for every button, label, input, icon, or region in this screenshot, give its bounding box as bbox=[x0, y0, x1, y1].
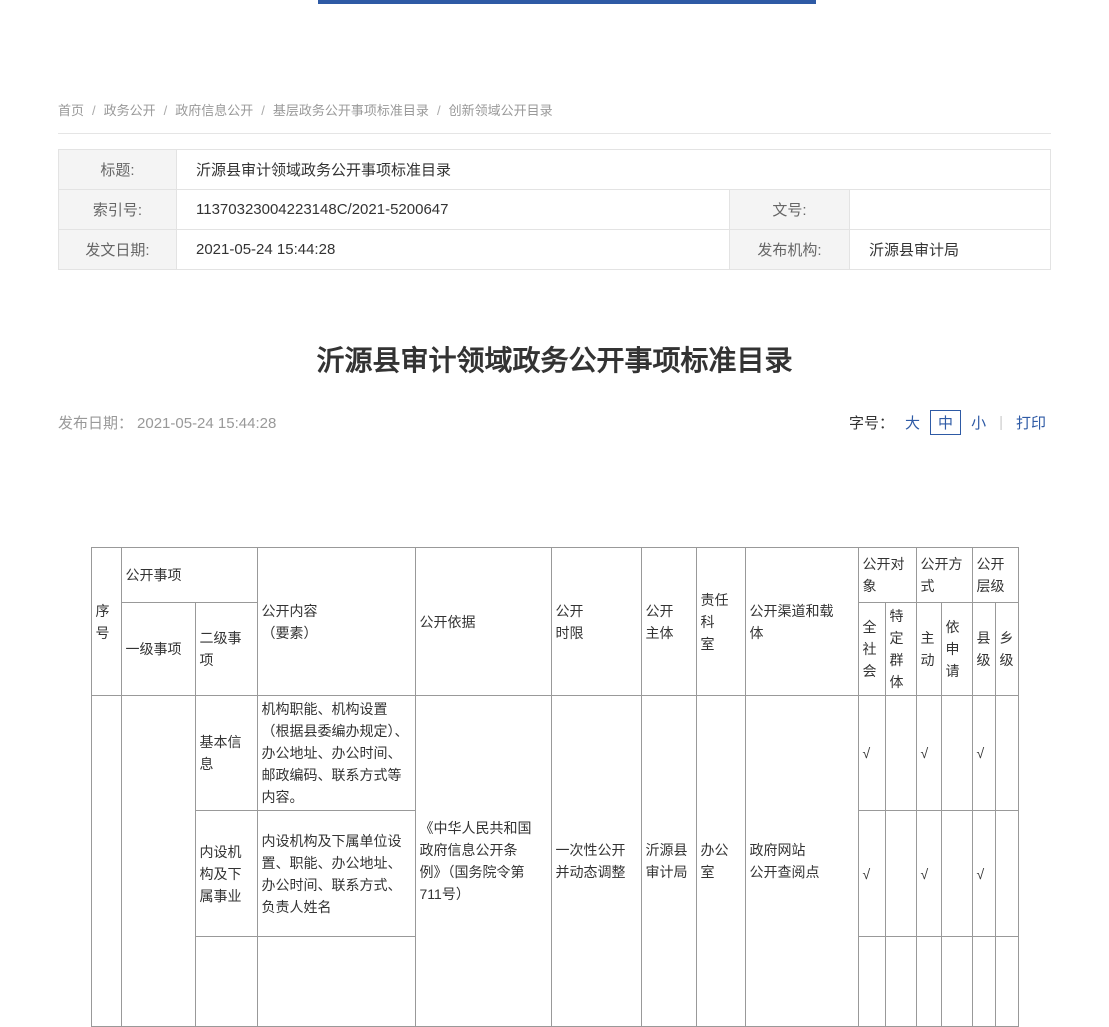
cell-check-teding-row0 bbox=[885, 696, 916, 811]
cell-check-yishenqing-row2 bbox=[941, 937, 972, 1027]
font-size-controls: 字号： 大 中 小 | 打印 bbox=[849, 410, 1051, 435]
header-yishenqing: 依申 请 bbox=[941, 603, 972, 696]
cell-yiji bbox=[121, 696, 195, 1027]
catalog-table: 序 号 公开事项 公开内容 （要素） 公开依据 公开 时限 公开 主体 责任科 … bbox=[91, 547, 1019, 1027]
breadcrumb-link-chuangxin-lingyu[interactable]: 创新领域公开目录 bbox=[449, 103, 553, 118]
meta-pubdate-label: 发文日期: bbox=[59, 230, 177, 270]
separator: | bbox=[999, 414, 1003, 431]
cell-check-xianji-row2 bbox=[972, 937, 995, 1027]
cell-yiju: 《中华人民共和国 政府信息公开条 例》（国务院令第 711号） bbox=[415, 696, 551, 1027]
header-neirong: 公开内容 （要素） bbox=[257, 548, 415, 696]
cell-check-xiangji-row1 bbox=[995, 811, 1018, 937]
header-gongkai-shixiang: 公开事项 bbox=[121, 548, 257, 603]
font-size-small-button[interactable]: 小 bbox=[971, 412, 986, 433]
cell-check-teding-row2 bbox=[885, 937, 916, 1027]
cell-check-xianji-row1: √ bbox=[972, 811, 995, 937]
font-size-large-button[interactable]: 大 bbox=[905, 412, 920, 433]
meta-docno-label: 文号: bbox=[730, 190, 850, 230]
cell-keshi: 办公室 bbox=[696, 696, 745, 1027]
cell-shixian: 一次性公开 并动态调整 bbox=[551, 696, 641, 1027]
breadcrumb-separator: / bbox=[261, 103, 265, 118]
publish-row: 发布日期：2021-05-24 15:44:28 字号： 大 中 小 | 打印 bbox=[58, 410, 1051, 435]
cell-neirong-row0: 机构职能、机构设置（根据县委编办规定）、办公地址、办公时间、邮政编码、联系方式等… bbox=[257, 696, 415, 811]
breadcrumb-link-biaozhun-mulu[interactable]: 基层政务公开事项标准目录 bbox=[273, 103, 429, 118]
print-button[interactable]: 打印 bbox=[1016, 412, 1046, 433]
cell-check-xiangji-row0 bbox=[995, 696, 1018, 811]
cell-check-teding-row1 bbox=[885, 811, 916, 937]
header-zhuti: 公开 主体 bbox=[641, 548, 696, 696]
meta-index-value: 11370323004223148C/2021-5200647 bbox=[177, 190, 730, 230]
publish-date: 发布日期：2021-05-24 15:44:28 bbox=[58, 412, 276, 433]
font-size-medium-button[interactable]: 中 bbox=[930, 410, 961, 435]
top-nav-bar-edge bbox=[318, 0, 816, 4]
header-duixiang: 公开对 象 bbox=[858, 548, 916, 603]
page-container: 首页 / 政务公开 / 政府信息公开 / 基层政务公开事项标准目录 / 创新领域公开目录 标题:… bbox=[58, 0, 1051, 1027]
cell-xuhao bbox=[91, 696, 121, 1027]
font-size-label: 字号： bbox=[849, 412, 894, 433]
page-title: 沂源县审计领域政务公开事项标准目录 bbox=[58, 342, 1051, 380]
breadcrumb-link-zhengwu[interactable]: 政务公开 bbox=[104, 103, 156, 118]
cell-check-quanshehui-row1: √ bbox=[858, 811, 885, 937]
meta-docno-value bbox=[850, 190, 1051, 230]
breadcrumb: 首页 / 政务公开 / 政府信息公开 / 基层政务公开事项标准目录 / 创新领域公开目录 bbox=[58, 100, 1051, 134]
cell-check-quanshehui-row0: √ bbox=[858, 696, 885, 811]
header-keshi: 责任科 室 bbox=[696, 548, 745, 696]
cell-check-yishenqing-row1 bbox=[941, 811, 972, 937]
cell-erji-row0: 基本信 息 bbox=[195, 696, 257, 811]
cell-check-quanshehui-row2 bbox=[858, 937, 885, 1027]
header-shixian: 公开 时限 bbox=[551, 548, 641, 696]
header-yiji: 一级事项 bbox=[121, 603, 195, 696]
cell-erji-row1: 内设机 构及下 属事业 bbox=[195, 811, 257, 937]
breadcrumb-link-xinxi-gongkai[interactable]: 政府信息公开 bbox=[175, 103, 253, 118]
cell-check-zhudong-row2 bbox=[916, 937, 941, 1027]
header-zhudong: 主 动 bbox=[916, 603, 941, 696]
header-fangshi: 公开方式 bbox=[916, 548, 972, 603]
cell-erji-row2 bbox=[195, 937, 257, 1027]
header-quanshehui: 全 社 会 bbox=[858, 603, 885, 696]
meta-title-value: 沂源县审计领域政务公开事项标准目录 bbox=[177, 150, 1051, 190]
meta-agency-value: 沂源县审计局 bbox=[850, 230, 1051, 270]
cell-check-xianji-row0: √ bbox=[972, 696, 995, 811]
header-xiangji: 乡 级 bbox=[995, 603, 1018, 696]
cell-zhuti: 沂源县 审计局 bbox=[641, 696, 696, 1027]
meta-agency-label: 发布机构: bbox=[730, 230, 850, 270]
header-qudao: 公开渠道和载 体 bbox=[745, 548, 858, 696]
header-xuhao: 序 号 bbox=[91, 548, 121, 696]
catalog-table-wrap: 序 号 公开事项 公开内容 （要素） 公开依据 公开 时限 公开 主体 责任科 … bbox=[58, 547, 1051, 1027]
meta-index-label: 索引号: bbox=[59, 190, 177, 230]
cell-neirong-row2 bbox=[257, 937, 415, 1027]
header-xianji: 县 级 bbox=[972, 603, 995, 696]
cell-check-zhudong-row1: √ bbox=[916, 811, 941, 937]
meta-title-label: 标题: bbox=[59, 150, 177, 190]
cell-check-zhudong-row0: √ bbox=[916, 696, 941, 811]
header-cengji: 公开 层级 bbox=[972, 548, 1018, 603]
breadcrumb-separator: / bbox=[437, 103, 441, 118]
cell-check-yishenqing-row0 bbox=[941, 696, 972, 811]
cell-neirong-row1: 内设机构及下属单位设置、职能、办公地址、办公时间、联系方式、负责人姓名 bbox=[257, 811, 415, 937]
meta-pubdate-value: 2021-05-24 15:44:28 bbox=[177, 230, 730, 270]
publish-date-label: 发布日期： bbox=[58, 415, 133, 432]
header-yiju: 公开依据 bbox=[415, 548, 551, 696]
cell-check-xiangji-row2 bbox=[995, 937, 1018, 1027]
cell-qudao: 政府网站 公开查阅点 bbox=[745, 696, 858, 1027]
document-meta-table: 标题: 沂源县审计领域政务公开事项标准目录 索引号: 1137032300422… bbox=[58, 149, 1051, 270]
header-teding: 特 定 群 体 bbox=[885, 603, 916, 696]
publish-date-value: 2021-05-24 15:44:28 bbox=[137, 415, 276, 432]
header-erji: 二级事 项 bbox=[195, 603, 257, 696]
breadcrumb-link-home[interactable]: 首页 bbox=[58, 103, 84, 118]
breadcrumb-separator: / bbox=[92, 103, 96, 118]
breadcrumb-separator: / bbox=[164, 103, 168, 118]
